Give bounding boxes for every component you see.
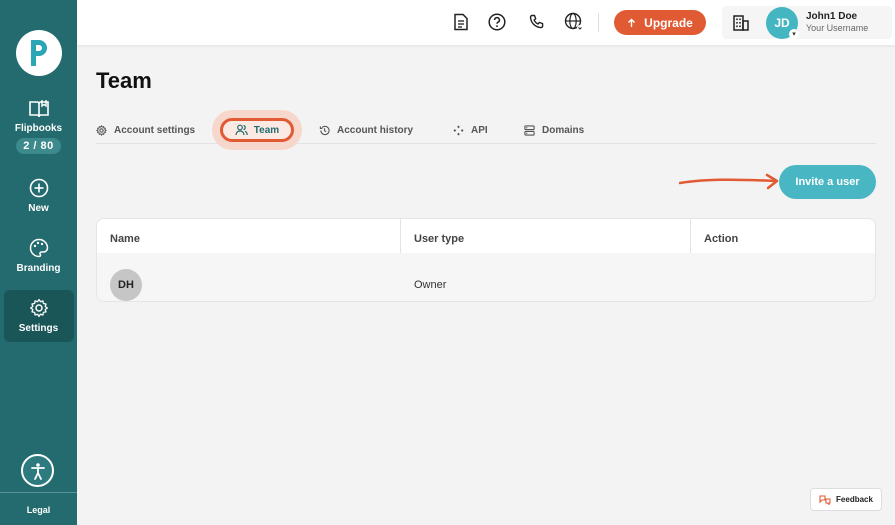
tab-domains[interactable]: Domains [524, 119, 584, 141]
upgrade-label: Upgrade [644, 15, 693, 30]
document-icon [454, 13, 468, 31]
legal-link[interactable]: Legal [0, 505, 77, 515]
user-username: Your Username [806, 23, 869, 33]
chevron-down-icon: ▾ [789, 29, 799, 39]
users-icon [235, 124, 248, 136]
topbar-divider [598, 13, 599, 32]
building-icon [733, 15, 749, 31]
sidebar-item-branding[interactable]: Branding [4, 230, 74, 282]
app-logo[interactable] [15, 30, 62, 76]
help-circle-icon [488, 13, 506, 31]
tab-label: Account settings [114, 124, 196, 136]
member-user-type: Owner [414, 279, 447, 291]
gear-icon [29, 298, 48, 318]
docs-button[interactable] [451, 12, 471, 32]
settings-tabs: Account settings Team Account history AP… [96, 110, 876, 150]
sidebar-item-flipbooks[interactable]: Flipbooks 2 / 80 [4, 90, 74, 162]
phone-icon [529, 14, 544, 29]
accessibility-icon [30, 462, 45, 480]
tab-team[interactable]: Team [220, 118, 294, 142]
annotation-arrow [679, 173, 779, 190]
sidebar: Flipbooks 2 / 80 New Branding Settings L… [0, 0, 77, 525]
help-button[interactable] [487, 12, 507, 32]
sidebar-item-label: New [28, 203, 49, 214]
user-menu[interactable]: JD ▾ John1 Doe Your Username [722, 6, 892, 39]
flipbook-counter-badge: 2 / 80 [16, 138, 61, 154]
feedback-label: Feedback [836, 495, 873, 504]
tab-label: Team [253, 124, 280, 136]
sidebar-item-new[interactable]: New [4, 170, 74, 222]
gear-icon [96, 124, 107, 136]
palette-icon [29, 238, 48, 258]
logo-icon [30, 40, 47, 66]
sidebar-divider [0, 492, 77, 493]
sidebar-item-label: Branding [16, 263, 61, 274]
language-button[interactable] [564, 12, 584, 32]
globe-icon [564, 12, 583, 31]
accessibility-button[interactable] [21, 454, 54, 487]
sidebar-item-label: Flipbooks [14, 123, 63, 134]
history-icon [319, 125, 330, 135]
server-icon [524, 124, 535, 136]
tab-api[interactable]: API [453, 119, 488, 141]
upgrade-button[interactable]: Upgrade [614, 10, 706, 35]
arrow-up-icon [628, 18, 636, 27]
contact-button[interactable] [527, 12, 547, 32]
book-open-icon [28, 100, 49, 118]
plus-circle-icon [29, 178, 48, 198]
page-title: Team [96, 68, 152, 93]
team-table: Name User type Action DH Owner [96, 218, 876, 302]
invite-user-button[interactable]: Invite a user [779, 165, 876, 199]
sidebar-item-settings[interactable]: Settings [3, 290, 74, 342]
table-row[interactable]: DH Owner [97, 253, 875, 301]
tab-account-settings[interactable]: Account settings [96, 119, 195, 141]
member-avatar: DH [110, 269, 142, 301]
user-name: John1 Doe [806, 11, 858, 22]
feedback-icon [819, 494, 831, 505]
sidebar-item-label: Settings [18, 323, 59, 334]
api-icon [453, 124, 464, 136]
feedback-button[interactable]: Feedback [810, 488, 882, 511]
tab-account-history[interactable]: Account history [319, 119, 413, 141]
tab-label: API [471, 124, 488, 136]
top-bar: Upgrade JD ▾ John1 Doe Your Username [77, 0, 895, 45]
tab-label: Domains [542, 124, 585, 136]
tab-label: Account history [337, 124, 414, 136]
